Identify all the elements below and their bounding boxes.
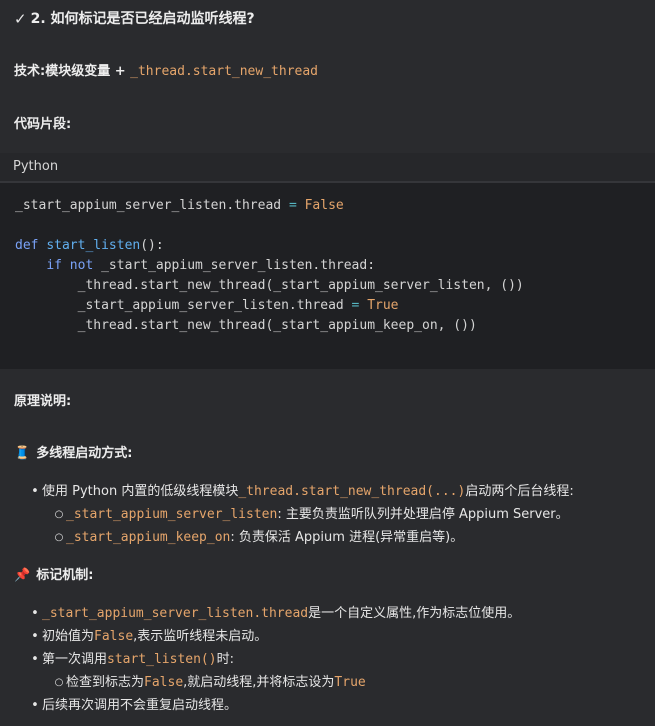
- section-heading: ✓ 2. 如何标记是否已经启动监听线程?: [14, 9, 255, 30]
- bullet-icon: •: [31, 698, 39, 713]
- code-token: _thread.start_new_thread(_start_appium_s…: [15, 278, 524, 293]
- code-token: _start_appium_server_listen.thread:: [93, 258, 376, 273]
- list-item: • 使用 Python 内置的低级线程模块 _thread.start_new_…: [28, 483, 574, 501]
- list-text: 使用 Python 内置的低级线程模块: [42, 484, 239, 499]
- code-token: start_listen: [46, 238, 141, 253]
- list-text: : 主要负责监听队列并处理启停 Appium Server。: [277, 507, 569, 522]
- code-token: def: [15, 238, 39, 253]
- tech-code: _thread.start_new_thread: [130, 64, 318, 79]
- list-item: ○ 检查到标志为 False ,就启动线程,并将标志设为 True: [52, 674, 366, 692]
- list-item: ○ _start_appium_keep_on: 负责保活 Appium 进程(…: [52, 529, 464, 547]
- spool-icon: 🧵: [14, 446, 31, 461]
- inline-code: _start_appium_server_listen: [66, 507, 278, 522]
- list-item: ○ _start_appium_server_listen: 主要负责监听队列并…: [52, 506, 569, 524]
- list-item: • 第一次调用 start_listen() 时:: [28, 651, 234, 669]
- list-text: ,就启动线程,并将标志设为: [183, 675, 335, 690]
- code-token: _start_appium_server_listen.thread: [15, 198, 289, 213]
- code-line-3: def start_listen():: [15, 237, 655, 257]
- code-block: Python _start_appium_server_listen.threa…: [0, 153, 655, 369]
- code-line-6: _start_appium_server_listen.thread = Tru…: [15, 297, 655, 317]
- code-token: if: [46, 258, 62, 273]
- marker-heading: 📌 标记机制:: [14, 567, 93, 585]
- list-text: ,表示监听线程未启动。: [133, 629, 268, 644]
- list-item: • _start_appium_server_listen.thread 是一个…: [28, 605, 520, 623]
- code-token: _start_appium_server_listen.thread: [15, 298, 352, 313]
- pushpin-icon: 📌: [14, 568, 31, 583]
- check-icon: ✓: [14, 10, 27, 28]
- code-line-7: _thread.start_new_thread(_start_appium_k…: [15, 317, 655, 337]
- list-item: • 初始值为 False ,表示监听线程未启动。: [28, 628, 267, 646]
- inline-code: False: [144, 675, 184, 690]
- list-text: 启动两个后台线程:: [465, 484, 574, 499]
- bullet-icon: •: [31, 652, 39, 667]
- code-line-4: if not _start_appium_server_listen.threa…: [15, 257, 655, 277]
- code-line-5: _thread.start_new_thread(_start_appium_s…: [15, 277, 655, 297]
- tech-label: 技术:模块级变量 +: [14, 64, 131, 79]
- code-token: False: [304, 198, 344, 213]
- list-text: 后续再次调用不会重复启动线程。: [42, 698, 238, 713]
- circle-bullet-icon: ○: [54, 509, 64, 521]
- list-text: 是一个自定义属性,作为标志位使用。: [308, 606, 521, 621]
- code-token: =: [351, 298, 360, 313]
- marker-title: 标记机制:: [36, 568, 94, 583]
- code-language-label: Python: [0, 153, 655, 183]
- inline-code: _start_appium_keep_on: [66, 530, 231, 545]
- section-heading-text: 2. 如何标记是否已经启动监听线程?: [30, 10, 255, 27]
- code-token: not: [69, 258, 94, 273]
- code-token: True: [367, 298, 399, 313]
- snippet-label: 代码片段:: [14, 117, 72, 132]
- list-text: : 负责保活 Appium 进程(异常重启等)。: [230, 530, 464, 545]
- inline-code: _start_appium_server_listen.thread: [42, 606, 309, 621]
- bullet-icon: •: [31, 484, 39, 499]
- inline-code: False: [94, 629, 134, 644]
- multithread-heading: 🧵 多线程启动方式:: [14, 445, 132, 463]
- inline-code: _thread.start_new_thread(...): [238, 484, 466, 499]
- multithread-title: 多线程启动方式:: [36, 446, 133, 461]
- principle-label: 原理说明:: [14, 394, 72, 409]
- tech-line: 技术:模块级变量 + _thread.start_new_thread: [14, 63, 318, 81]
- code-body[interactable]: _start_appium_server_listen.thread = Fal…: [0, 183, 655, 337]
- code-token: _thread.start_new_thread(_start_appium_k…: [15, 318, 477, 333]
- circle-bullet-icon: ○: [54, 677, 64, 689]
- bullet-icon: •: [31, 629, 39, 644]
- bullet-icon: •: [31, 606, 39, 621]
- list-text: 时:: [216, 652, 234, 667]
- code-line-1: _start_appium_server_listen.thread = Fal…: [15, 197, 655, 217]
- code-token: =: [288, 198, 297, 213]
- list-text: 第一次调用: [42, 652, 108, 667]
- list-text: 初始值为: [42, 629, 95, 644]
- inline-code: start_listen(): [107, 652, 217, 667]
- code-token: ():: [140, 238, 164, 253]
- list-text: 检查到标志为: [66, 675, 145, 690]
- inline-code: True: [334, 675, 366, 690]
- circle-bullet-icon: ○: [54, 532, 64, 544]
- list-item: • 后续再次调用不会重复启动线程。: [28, 697, 237, 715]
